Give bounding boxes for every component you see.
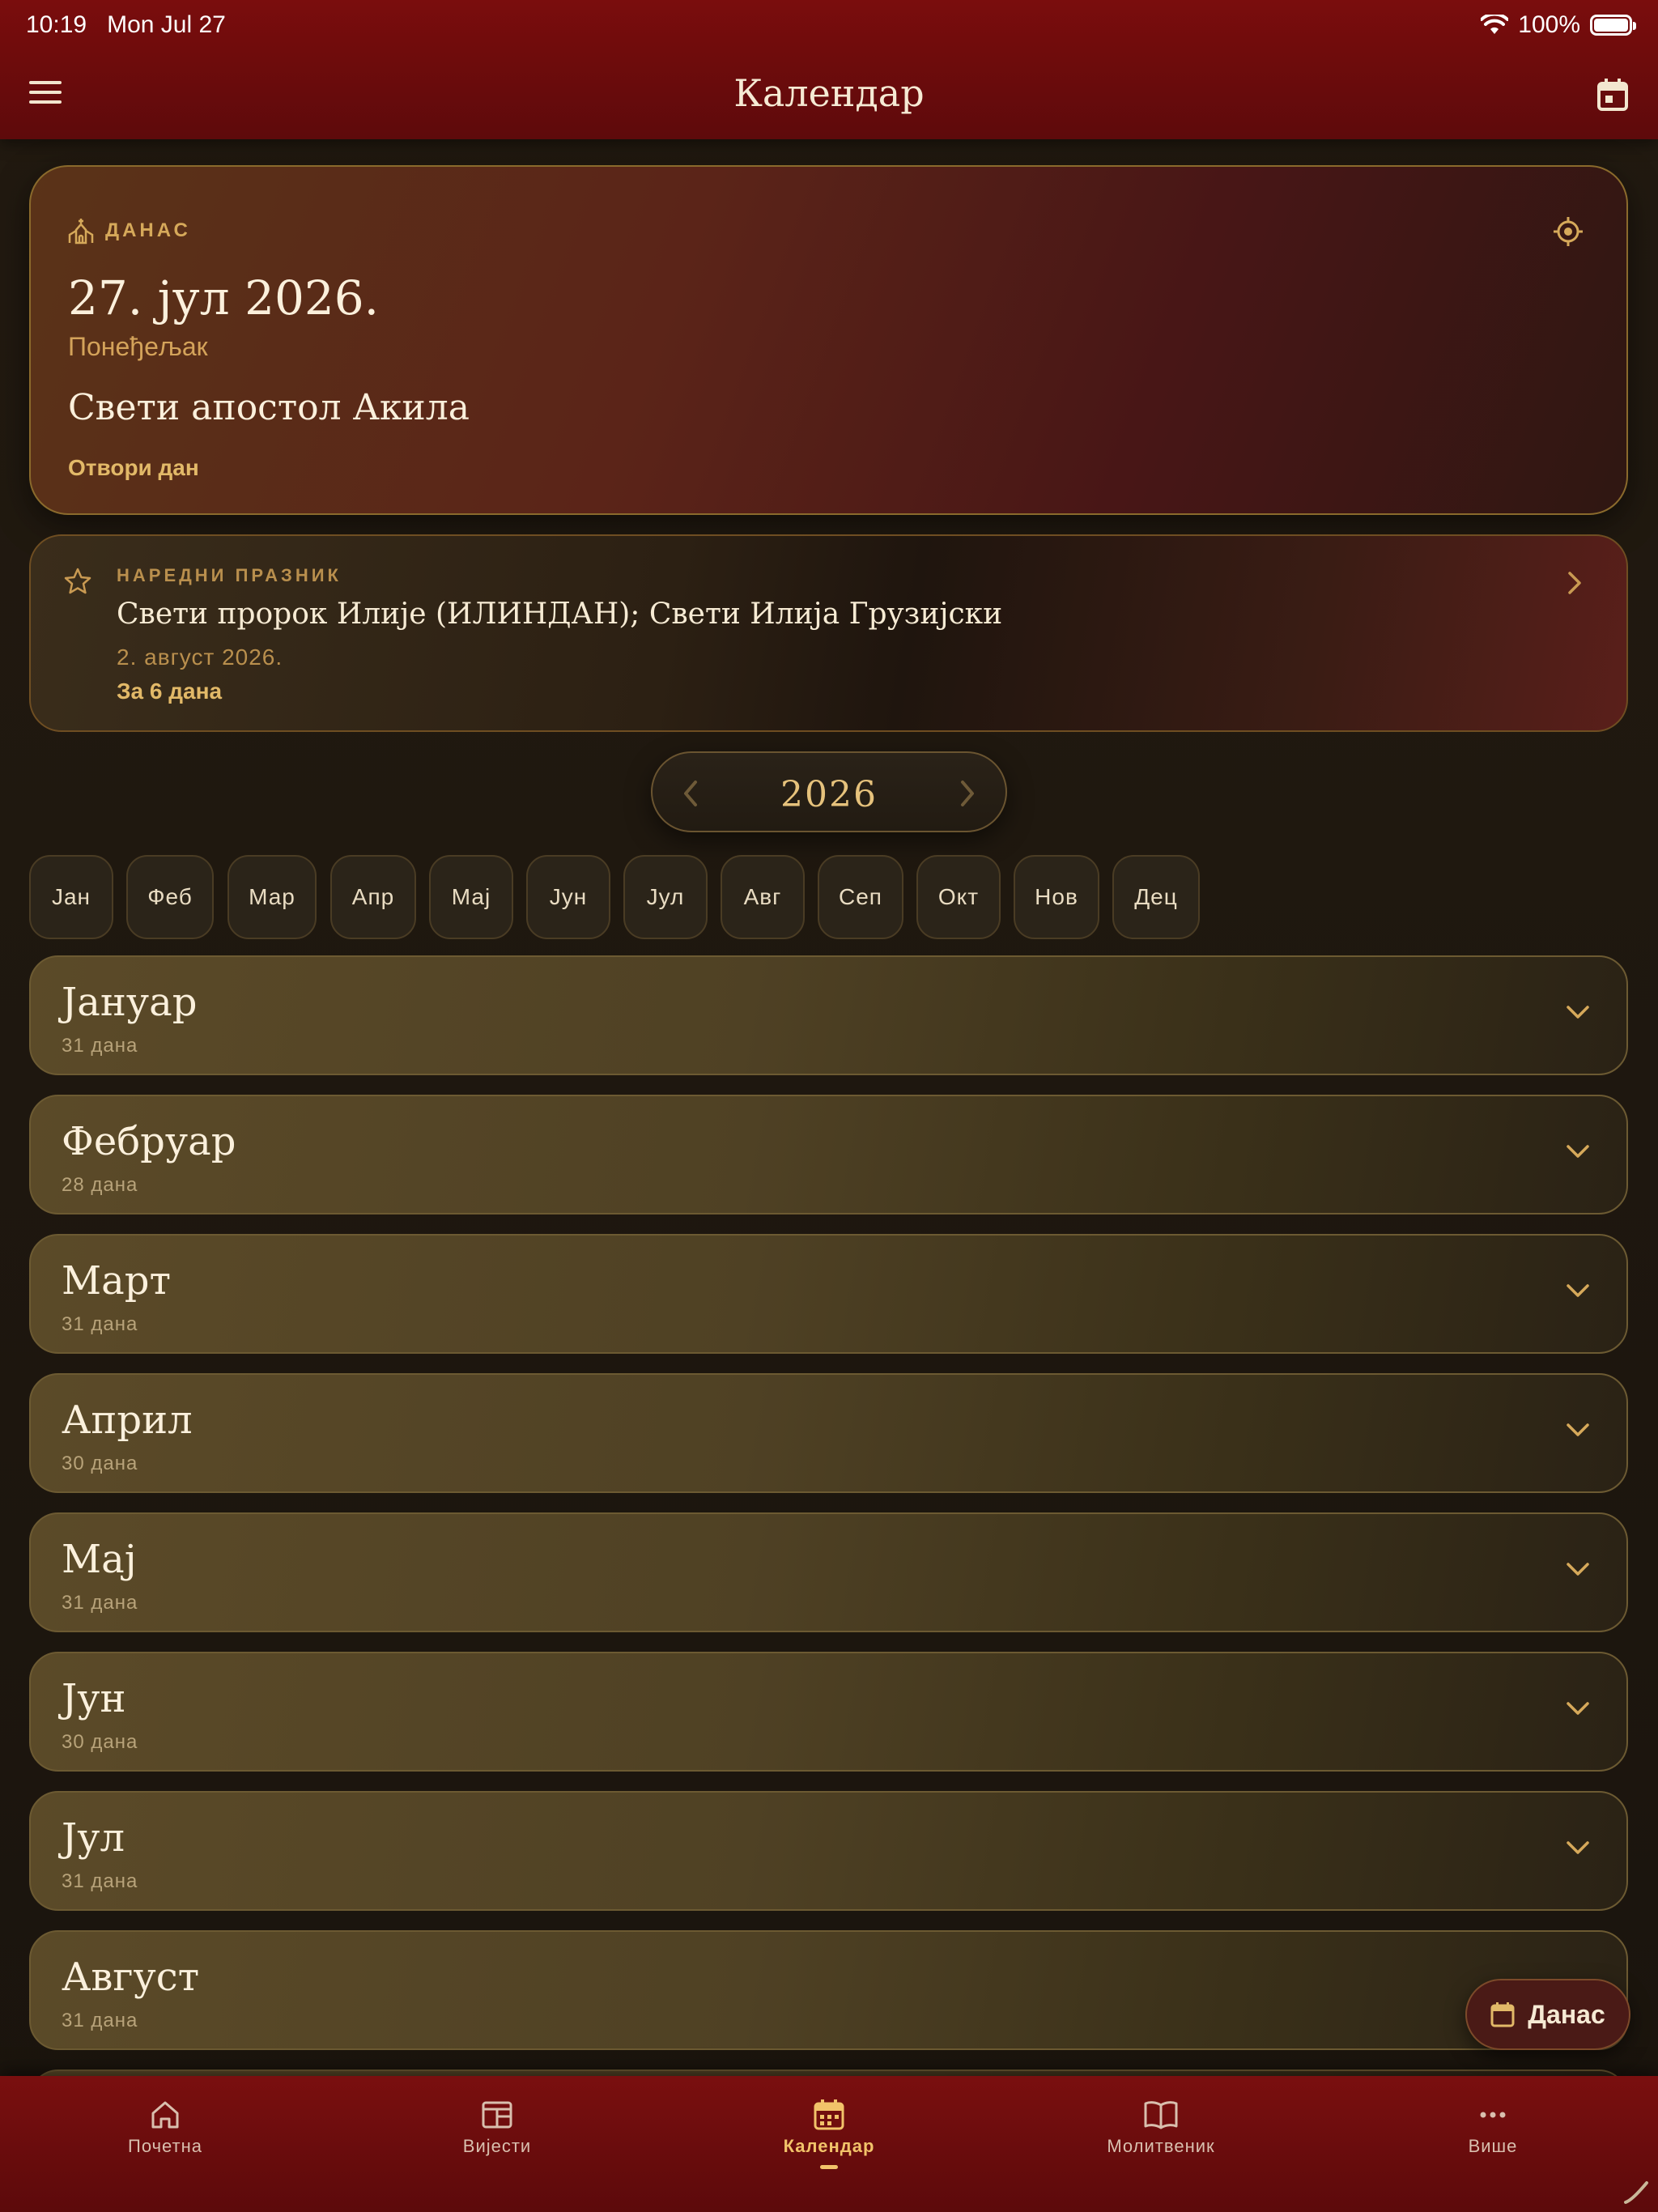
battery-icon bbox=[1590, 15, 1636, 36]
nav-item-prayer-book[interactable]: Молитвеник bbox=[1039, 2099, 1282, 2157]
chevron-down-icon bbox=[1567, 1145, 1589, 1158]
nav-item-more[interactable]: Више bbox=[1371, 2099, 1614, 2157]
month-days: 30 дана bbox=[62, 1731, 138, 1753]
active-indicator bbox=[820, 2165, 838, 2169]
chevron-down-icon bbox=[1567, 1563, 1589, 1576]
chevron-down-icon bbox=[1567, 1006, 1589, 1019]
scroll-handle-icon bbox=[1624, 2181, 1648, 2204]
next-holiday-name: Свети пророк Илије (ИЛИНДАН); Свети Илиј… bbox=[117, 598, 1003, 631]
month-chip-jun[interactable]: Јун bbox=[526, 855, 610, 939]
today-card[interactable]: ДАНАС 27. јул 2026. Понеђељак Свети апос… bbox=[29, 165, 1628, 515]
month-days: 31 дана bbox=[62, 1592, 138, 1614]
month-chip-apr[interactable]: Апр bbox=[330, 855, 416, 939]
today-weekday: Понеђељак bbox=[68, 332, 208, 361]
calendar-picker-button[interactable] bbox=[1596, 78, 1629, 116]
chevron-down-icon bbox=[1567, 1423, 1589, 1436]
month-name: Јун bbox=[62, 1676, 126, 1721]
month-chip-may[interactable]: Мај bbox=[429, 855, 513, 939]
month-row-july[interactable]: Јул 31 дана bbox=[29, 1791, 1628, 1911]
month-name: Март bbox=[62, 1258, 172, 1304]
month-days: 31 дана bbox=[62, 1313, 138, 1335]
news-icon bbox=[482, 2101, 512, 2129]
bottom-nav: Почетна Вијести Календар Молитвеник Више bbox=[0, 2076, 1658, 2212]
nav-label: Почетна bbox=[128, 2136, 202, 2156]
page-title: Календар bbox=[733, 71, 925, 115]
chevron-down-icon bbox=[1567, 1841, 1589, 1854]
month-chip-aug[interactable]: Авг bbox=[721, 855, 805, 939]
month-chip-sep[interactable]: Сеп bbox=[818, 855, 903, 939]
today-saint: Свети апостол Акила bbox=[68, 387, 470, 428]
top-bar: 10:19 Mon Jul 27 100% Календар bbox=[0, 0, 1658, 139]
month-chip-feb[interactable]: Феб bbox=[126, 855, 214, 939]
chevron-right-icon bbox=[1568, 572, 1581, 594]
target-icon bbox=[1554, 217, 1583, 246]
status-date: Mon Jul 27 bbox=[107, 11, 226, 38]
month-chip-oct[interactable]: Окт bbox=[916, 855, 1001, 939]
nav-label: Молитвеник bbox=[1107, 2136, 1215, 2156]
year-selector: 2026 bbox=[651, 751, 1007, 832]
next-holiday-label: НАРЕДНИ ПРАЗНИК bbox=[117, 565, 342, 585]
home-icon bbox=[151, 2101, 179, 2129]
book-icon bbox=[1144, 2101, 1178, 2129]
month-chip-dec[interactable]: Дец bbox=[1112, 855, 1200, 939]
next-year-button[interactable] bbox=[959, 779, 976, 808]
calendar-icon bbox=[1597, 79, 1628, 111]
nav-label: Више bbox=[1468, 2136, 1518, 2156]
month-chip-nov[interactable]: Нов bbox=[1014, 855, 1099, 939]
chevron-down-icon bbox=[1567, 1284, 1589, 1297]
open-day-link[interactable]: Отвори дан bbox=[68, 455, 199, 481]
status-indicators: 100% bbox=[1481, 11, 1636, 39]
next-holiday-countdown: За 6 дана bbox=[117, 678, 223, 704]
month-row-january[interactable]: Јануар 31 дана bbox=[29, 955, 1628, 1075]
month-row-june[interactable]: Јун 30 дана bbox=[29, 1652, 1628, 1772]
month-chip-jul[interactable]: Јул bbox=[623, 855, 708, 939]
month-name: Мај bbox=[62, 1537, 137, 1582]
month-days: 30 дана bbox=[62, 1453, 138, 1474]
locate-today-button[interactable] bbox=[1552, 215, 1584, 252]
month-row-april[interactable]: Април 30 дана bbox=[29, 1373, 1628, 1493]
month-days: 31 дана bbox=[62, 2010, 138, 2031]
status-time: 10:19 Mon Jul 27 bbox=[26, 11, 226, 39]
today-fab-button[interactable]: Данас bbox=[1465, 1979, 1630, 2050]
nav-label: Вијести bbox=[462, 2136, 532, 2156]
church-icon bbox=[68, 219, 94, 245]
nav-label: Календар bbox=[783, 2136, 875, 2156]
month-row-february[interactable]: Фебруар 28 дана bbox=[29, 1095, 1628, 1214]
next-holiday-date: 2. август 2026. bbox=[117, 644, 283, 670]
more-icon bbox=[1480, 2112, 1506, 2118]
star-icon bbox=[64, 568, 91, 594]
battery-percent: 100% bbox=[1518, 11, 1580, 38]
calendar-icon bbox=[814, 2099, 844, 2130]
month-name: Август bbox=[62, 1955, 200, 2000]
today-fab-label: Данас bbox=[1528, 1999, 1605, 2029]
month-name: Фебруар bbox=[62, 1119, 236, 1164]
wifi-icon bbox=[1481, 15, 1509, 34]
today-label: ДАНАС bbox=[105, 219, 191, 241]
month-row-may[interactable]: Мај 31 дана bbox=[29, 1512, 1628, 1632]
status-clock: 10:19 bbox=[26, 11, 87, 38]
month-days: 31 дана bbox=[62, 1035, 138, 1057]
month-days: 31 дана bbox=[62, 1870, 138, 1892]
nav-item-calendar[interactable]: Календар bbox=[708, 2099, 950, 2169]
month-row-august[interactable]: Август 31 дана bbox=[29, 1930, 1628, 2050]
next-holiday-card[interactable]: НАРЕДНИ ПРАЗНИК Свети пророк Илије (ИЛИН… bbox=[29, 534, 1628, 732]
month-row-march[interactable]: Март 31 дана bbox=[29, 1234, 1628, 1354]
calendar-icon bbox=[1490, 2002, 1515, 2027]
month-days: 28 дана bbox=[62, 1174, 138, 1196]
month-name: Јул bbox=[62, 1815, 125, 1861]
month-name: Јануар bbox=[62, 980, 198, 1025]
year-value: 2026 bbox=[780, 774, 878, 815]
chevron-down-icon bbox=[1567, 1702, 1589, 1715]
today-date: 27. јул 2026. bbox=[68, 270, 380, 325]
month-name: Април bbox=[62, 1397, 193, 1443]
nav-item-news[interactable]: Вијести bbox=[376, 2099, 619, 2157]
today-label-row: ДАНАС bbox=[68, 217, 191, 245]
month-chip-mar[interactable]: Мар bbox=[227, 855, 317, 939]
month-chip-jan[interactable]: Јан bbox=[29, 855, 113, 939]
nav-item-home[interactable]: Почетна bbox=[44, 2099, 287, 2157]
